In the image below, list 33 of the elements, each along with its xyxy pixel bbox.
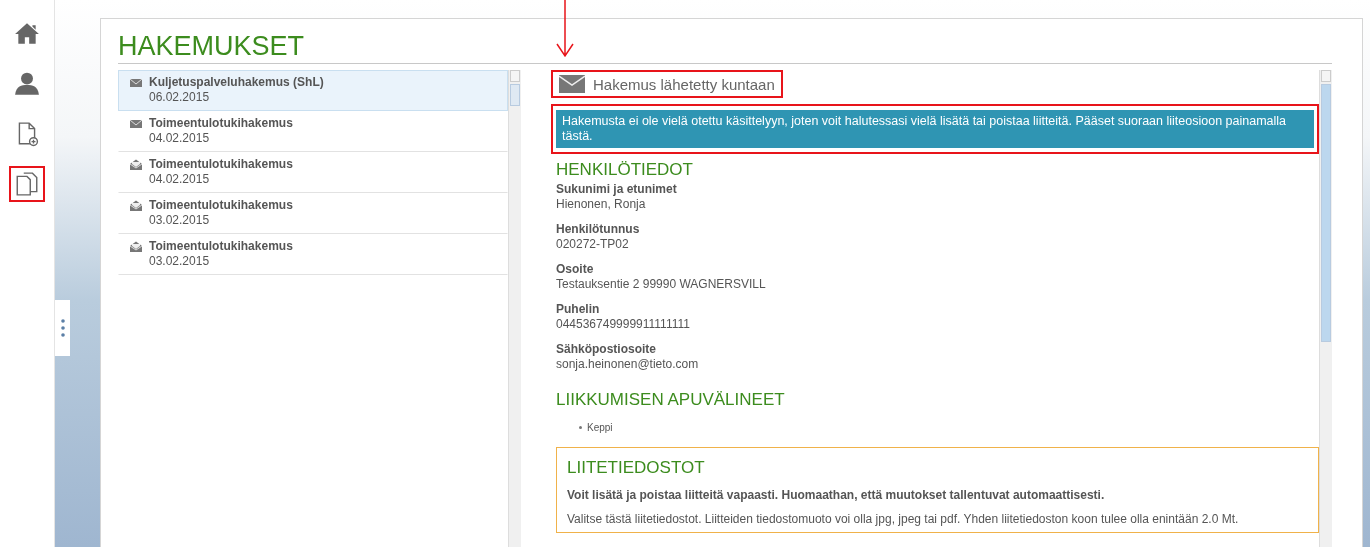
application-title: Kuljetuspalveluhakemus (ShL) bbox=[149, 75, 324, 90]
application-date: 03.02.2015 bbox=[149, 213, 211, 228]
application-title: Toimeentulotukihakemus bbox=[149, 116, 293, 131]
application-item[interactable]: Toimeentulotukihakemus 04.02.2015 bbox=[118, 111, 508, 152]
field-value: sonja.heinonen@tieto.com bbox=[556, 357, 700, 372]
field-label: Henkilötunnus bbox=[556, 222, 641, 237]
section-heading: LIIKKUMISEN APUVÄLINEET bbox=[556, 390, 786, 410]
field-label: Sähköpostiosoite bbox=[556, 342, 657, 357]
field-label: Puhelin bbox=[556, 302, 601, 317]
field-value: Hienonen, Ronja bbox=[556, 197, 647, 212]
field-value: Testauksentie 2 99990 WAGNERSVILL bbox=[556, 277, 767, 292]
field-value: 020272-TP02 bbox=[556, 237, 630, 252]
field-label: Sukunimi ja etunimet bbox=[556, 182, 678, 197]
field-value: 044536749999911111111 bbox=[556, 317, 691, 332]
application-title: Toimeentulotukihakemus bbox=[149, 239, 293, 254]
list-item: Keppi bbox=[587, 422, 613, 433]
application-date: 04.02.2015 bbox=[149, 172, 211, 187]
field-label: Osoite bbox=[556, 262, 595, 277]
application-date: 04.02.2015 bbox=[149, 131, 211, 146]
application-date: 06.02.2015 bbox=[149, 90, 211, 105]
application-item[interactable]: Kuljetuspalveluhakemus (ShL) 06.02.2015 bbox=[118, 70, 508, 111]
application-item[interactable]: Toimeentulotukihakemus 04.02.2015 bbox=[118, 152, 508, 193]
application-title: Toimeentulotukihakemus bbox=[149, 198, 293, 213]
page-title: HAKEMUKSET bbox=[118, 31, 1332, 64]
attachments-help: Valitse tästä liitetiedostot. Liitteiden tiedostomuoto voi olla jpg, jpeg tai pdf. Yhden liitetiedoston koon tulee olla enintään 2.0 Mt. bbox=[567, 512, 1240, 526]
application-date: 03.02.2015 bbox=[149, 254, 211, 269]
status-label: Hakemus lähetetty kuntaan bbox=[551, 70, 783, 98]
application-item[interactable]: Toimeentulotukihakemus 03.02.2015 bbox=[118, 193, 508, 234]
attachments-intro: Voit lisätä ja poistaa liitteitä vapaasti. Huomaathan, että muutokset tallentuvat automaattisesti. bbox=[567, 488, 1106, 502]
application-title: Toimeentulotukihakemus bbox=[149, 157, 293, 172]
section-heading: HENKILÖTIEDOT bbox=[556, 160, 694, 180]
section-heading: LIITETIEDOSTOT bbox=[567, 458, 706, 478]
application-item[interactable]: Toimeentulotukihakemus 03.02.2015 bbox=[118, 234, 508, 275]
